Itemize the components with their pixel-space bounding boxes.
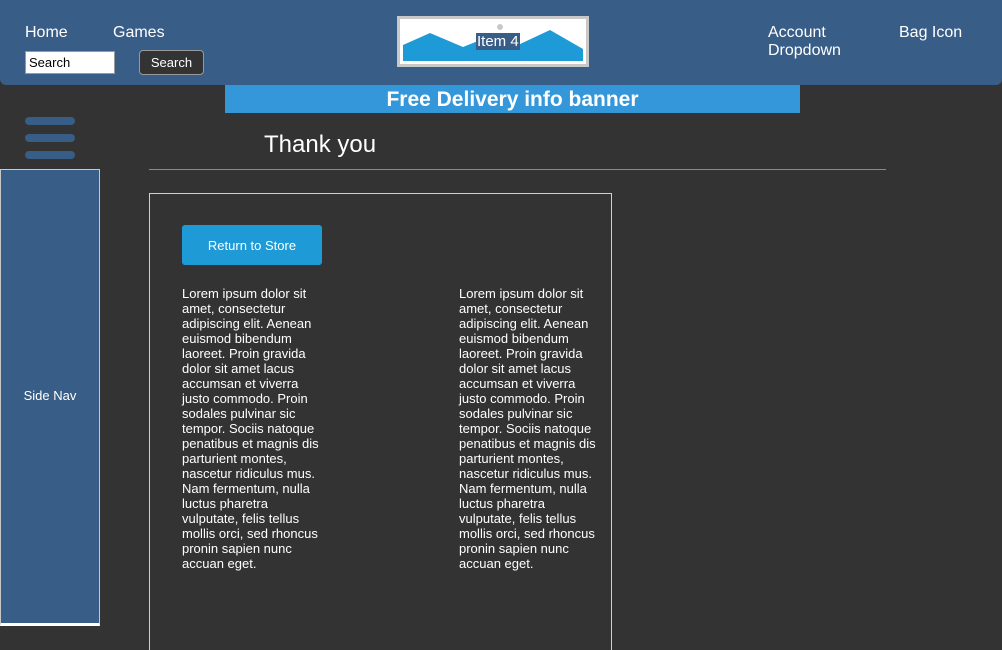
side-nav[interactable]: Side Nav xyxy=(0,169,100,626)
hamburger-menu-icon[interactable] xyxy=(25,117,75,159)
logo-label: Item 4 xyxy=(476,33,520,50)
side-nav-label: Side Nav xyxy=(23,388,77,403)
text-column-right: Lorem ipsum dolor sit amet, consectetur … xyxy=(459,286,596,571)
account-dropdown[interactable]: Account Dropdown xyxy=(768,24,858,60)
search-button[interactable]: Search xyxy=(139,50,204,75)
text-column-left: Lorem ipsum dolor sit amet, consectetur … xyxy=(182,286,319,571)
bag-icon[interactable]: Bag Icon xyxy=(899,24,962,42)
title-divider xyxy=(149,169,886,170)
return-to-store-button[interactable]: Return to Store xyxy=(182,225,322,265)
nav-games-link[interactable]: Games xyxy=(113,24,165,42)
hamburger-bar xyxy=(25,117,75,125)
delivery-info-banner: Free Delivery info banner xyxy=(225,85,800,113)
page-title: Thank you xyxy=(264,131,377,158)
site-header: Home Games Search Item 4 Account Dropdow… xyxy=(0,0,1002,85)
site-logo[interactable]: Item 4 xyxy=(397,16,589,67)
hamburger-bar xyxy=(25,151,75,159)
hamburger-bar xyxy=(25,134,75,142)
nav-home-link[interactable]: Home xyxy=(25,24,68,42)
search-input[interactable] xyxy=(25,51,115,74)
